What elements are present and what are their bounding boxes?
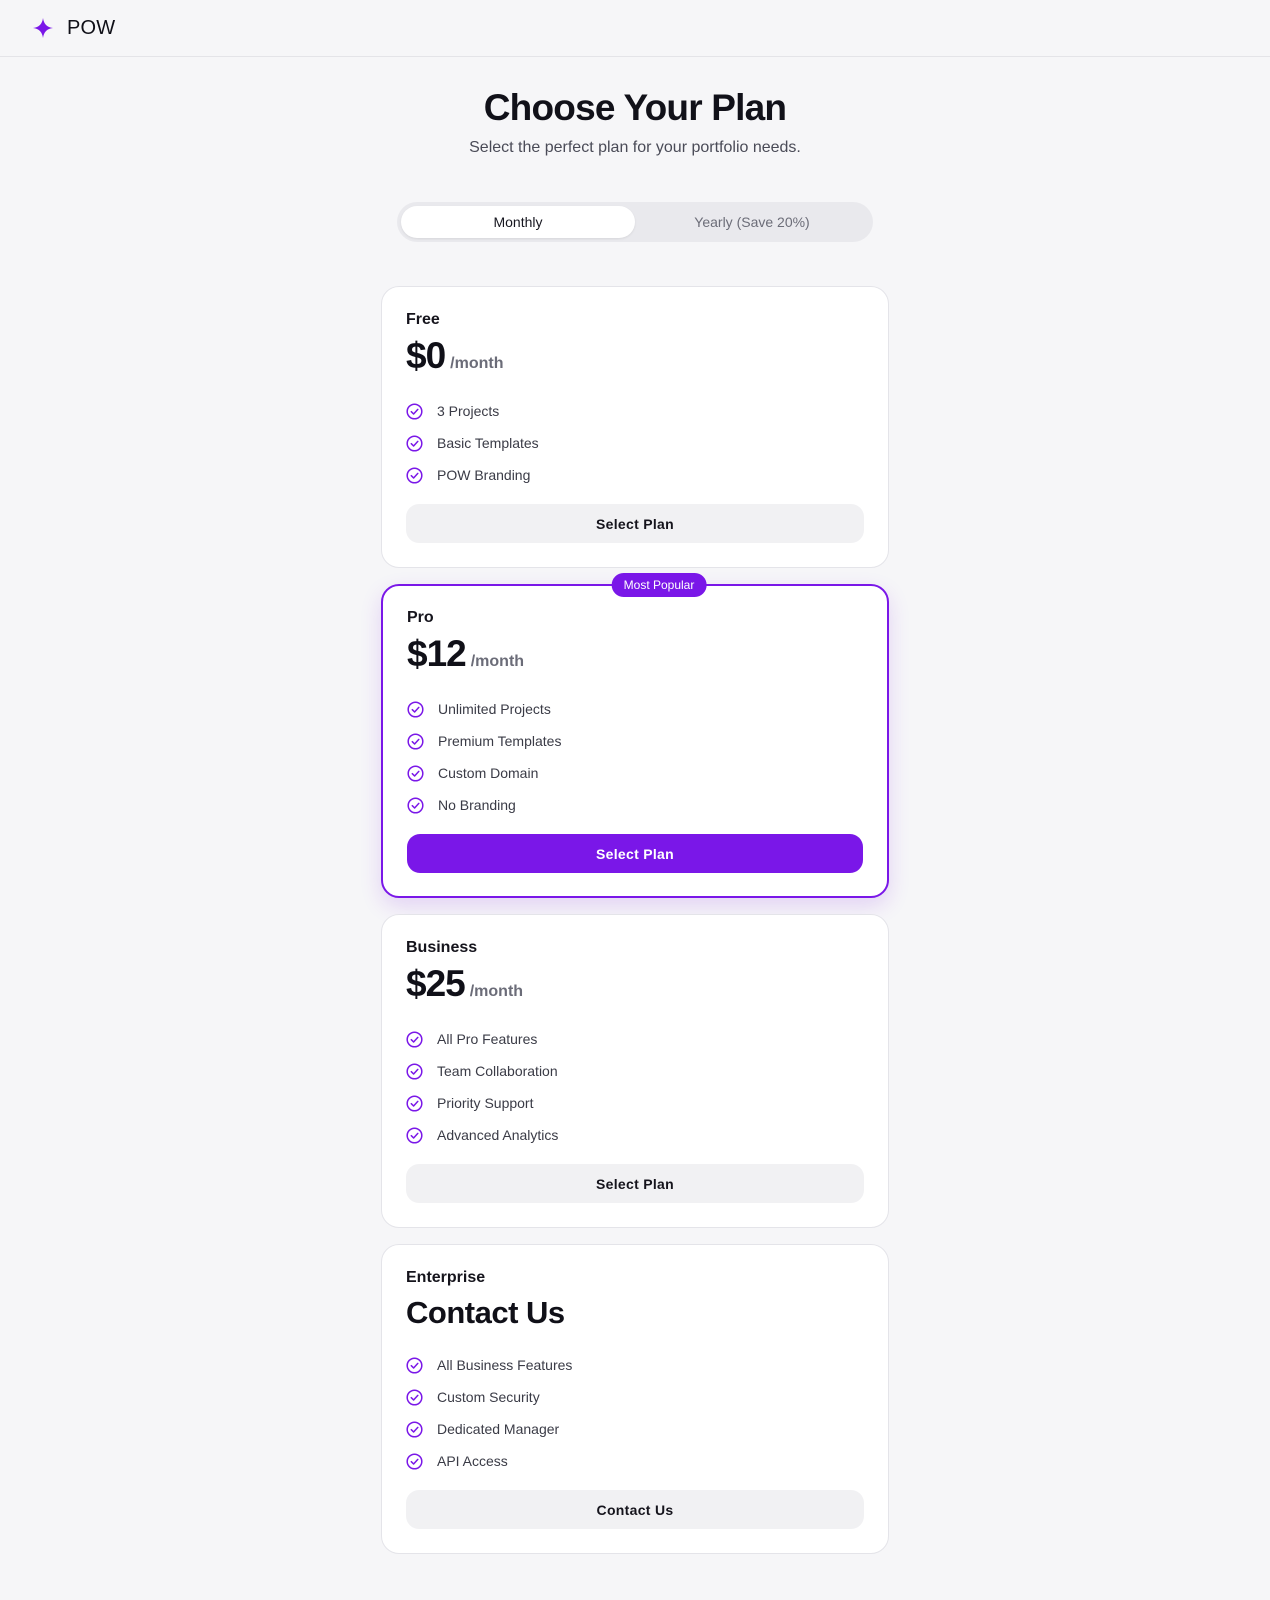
brand-name[interactable]: POW bbox=[67, 17, 115, 40]
most-popular-badge: Most Popular bbox=[611, 573, 707, 597]
check-circle-icon bbox=[406, 1388, 423, 1406]
plan-price: $12 bbox=[407, 633, 467, 674]
select-plan-button-business[interactable]: Select Plan bbox=[406, 1164, 864, 1203]
feature-item: No Branding bbox=[407, 789, 863, 821]
feature-label: Custom Security bbox=[437, 1389, 540, 1405]
feature-label: Custom Domain bbox=[438, 765, 539, 781]
check-circle-icon bbox=[406, 1062, 423, 1080]
feature-item: Custom Domain bbox=[407, 757, 863, 789]
plan-name: Pro bbox=[407, 609, 434, 626]
check-circle-icon bbox=[406, 1030, 423, 1048]
top-nav: POW bbox=[0, 0, 1270, 57]
price-row: $12 /month bbox=[407, 633, 863, 675]
feature-label: All Pro Features bbox=[437, 1031, 538, 1047]
feature-label: API Access bbox=[437, 1453, 508, 1469]
feature-label: Priority Support bbox=[437, 1095, 534, 1111]
feature-item: Custom Security bbox=[406, 1381, 864, 1413]
check-circle-icon bbox=[406, 1420, 423, 1438]
feature-item: API Access bbox=[406, 1445, 864, 1477]
check-circle-icon bbox=[407, 764, 424, 782]
feature-item: Dedicated Manager bbox=[406, 1413, 864, 1445]
hero: Choose Your Plan Select the perfect plan… bbox=[0, 87, 1270, 157]
check-circle-icon bbox=[406, 1452, 423, 1470]
plan-card-free: Free $0 /month 3 Projects Basic Template… bbox=[381, 286, 889, 568]
check-circle-icon bbox=[407, 700, 424, 718]
plan-name: Business bbox=[406, 939, 478, 956]
feature-label: All Business Features bbox=[437, 1357, 573, 1373]
feature-label: Team Collaboration bbox=[437, 1063, 558, 1079]
billing-yearly-option[interactable]: Yearly (Save 20%) bbox=[635, 206, 869, 238]
feature-label: Dedicated Manager bbox=[437, 1421, 560, 1437]
feature-item: Unlimited Projects bbox=[407, 693, 863, 725]
feature-item: POW Branding bbox=[406, 459, 864, 491]
plan-cards: Free $0 /month 3 Projects Basic Template… bbox=[381, 286, 889, 1554]
feature-item: Premium Templates bbox=[407, 725, 863, 757]
feature-label: 3 Projects bbox=[437, 403, 500, 419]
check-circle-icon bbox=[406, 1126, 423, 1144]
plan-name: Enterprise bbox=[406, 1269, 486, 1286]
feature-list: All Business Features Custom Security De… bbox=[406, 1349, 864, 1477]
plan-period: /month bbox=[469, 983, 524, 1000]
price-row: $25 /month bbox=[406, 963, 864, 1005]
feature-item: All Pro Features bbox=[406, 1023, 864, 1055]
plan-name: Free bbox=[406, 311, 440, 328]
feature-label: Advanced Analytics bbox=[437, 1127, 559, 1143]
sparkle-icon bbox=[32, 17, 54, 39]
price-row: $0 /month bbox=[406, 335, 864, 377]
feature-item: Team Collaboration bbox=[406, 1055, 864, 1087]
contact-us-button[interactable]: Contact Us bbox=[406, 1490, 864, 1529]
plan-period: /month bbox=[470, 653, 525, 670]
plan-price: $25 bbox=[406, 963, 466, 1004]
billing-monthly-option[interactable]: Monthly bbox=[401, 206, 635, 238]
feature-item: All Business Features bbox=[406, 1349, 864, 1381]
check-circle-icon bbox=[407, 796, 424, 814]
billing-toggle: Monthly Yearly (Save 20%) bbox=[397, 202, 873, 242]
check-circle-icon bbox=[406, 402, 423, 420]
page-subtitle: Select the perfect plan for your portfol… bbox=[469, 139, 801, 156]
select-plan-button-free[interactable]: Select Plan bbox=[406, 504, 864, 543]
feature-label: Premium Templates bbox=[438, 733, 562, 749]
feature-label: POW Branding bbox=[437, 467, 531, 483]
feature-label: Unlimited Projects bbox=[438, 701, 551, 717]
check-circle-icon bbox=[406, 434, 423, 452]
feature-list: All Pro Features Team Collaboration Prio… bbox=[406, 1023, 864, 1151]
feature-list: 3 Projects Basic Templates POW Branding bbox=[406, 395, 864, 491]
page-title: Choose Your Plan bbox=[483, 87, 787, 128]
plan-price: $0 bbox=[406, 335, 446, 376]
feature-item: 3 Projects bbox=[406, 395, 864, 427]
feature-label: No Branding bbox=[438, 797, 516, 813]
select-plan-button-pro[interactable]: Select Plan bbox=[407, 834, 863, 873]
plan-card-pro: Most Popular Pro $12 /month Unlimited Pr… bbox=[381, 573, 889, 898]
plan-card-enterprise: Enterprise Contact Us All Business Featu… bbox=[381, 1244, 889, 1554]
check-circle-icon bbox=[407, 732, 424, 750]
plan-period: /month bbox=[450, 355, 504, 372]
feature-item: Basic Templates bbox=[406, 427, 864, 459]
check-circle-icon bbox=[406, 466, 423, 484]
plan-card-business: Business $25 /month All Pro Features Tea… bbox=[381, 914, 889, 1228]
feature-list: Unlimited Projects Premium Templates Cus… bbox=[407, 693, 863, 821]
feature-label: Basic Templates bbox=[437, 435, 539, 451]
plan-price: Contact Us bbox=[406, 1295, 565, 1330]
check-circle-icon bbox=[406, 1356, 423, 1374]
feature-item: Priority Support bbox=[406, 1087, 864, 1119]
check-circle-icon bbox=[406, 1094, 423, 1112]
feature-item: Advanced Analytics bbox=[406, 1119, 864, 1151]
